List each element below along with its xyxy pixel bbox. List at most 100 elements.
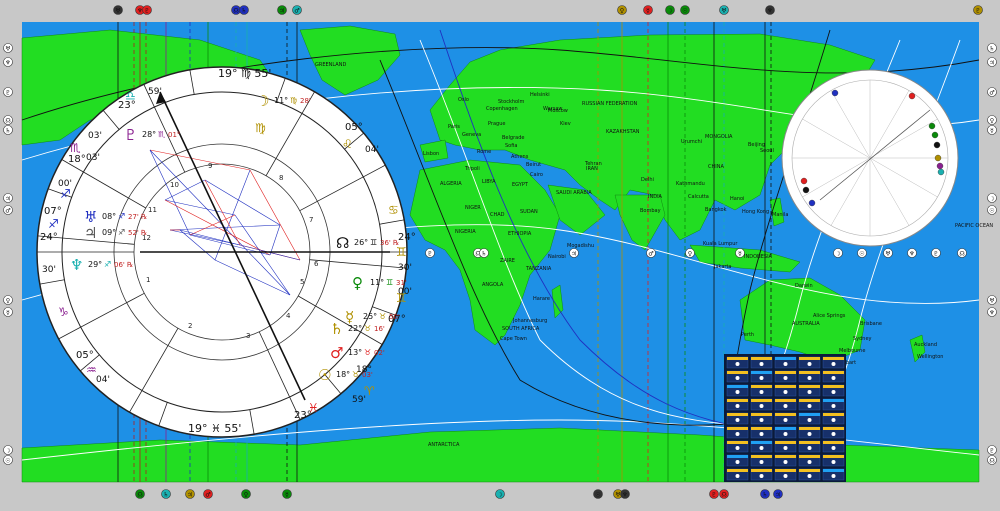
- line-marker[interactable]: ♇: [142, 5, 152, 15]
- line-marker[interactable]: ♆: [620, 489, 630, 499]
- marker-glyph: ♆: [767, 8, 772, 15]
- line-marker[interactable]: ♂: [3, 205, 13, 215]
- line-marker[interactable]: ♀: [685, 248, 695, 258]
- map-label: Jakarta: [713, 264, 732, 270]
- legend-tile-header: [799, 469, 820, 472]
- line-marker[interactable]: ♇: [987, 445, 997, 455]
- line-marker[interactable]: ♀: [3, 295, 13, 305]
- marker-glyph: ☿: [285, 492, 289, 499]
- line-marker[interactable]: ♆: [765, 5, 775, 15]
- line-marker[interactable]: ♆: [907, 248, 917, 258]
- marker-glyph: ☽: [835, 251, 840, 258]
- line-marker[interactable]: ♅: [883, 248, 893, 258]
- line-marker[interactable]: ☿: [3, 307, 13, 317]
- legend-tile-header: [799, 385, 820, 388]
- marker-glyph: ♀: [990, 118, 994, 125]
- line-marker[interactable]: ☿: [643, 5, 653, 15]
- line-marker[interactable]: ♇: [425, 248, 435, 258]
- line-marker[interactable]: ☿: [735, 248, 745, 258]
- cusp-label: 18°: [68, 154, 86, 165]
- cusp-label: 03': [88, 131, 102, 141]
- line-marker[interactable]: ♅: [3, 43, 13, 53]
- line-marker[interactable]: ♂: [987, 87, 997, 97]
- line-marker[interactable]: ☿: [987, 125, 997, 135]
- line-marker[interactable]: ☉: [3, 455, 13, 465]
- legend-tile-header: [751, 413, 772, 416]
- line-marker[interactable]: ☊: [987, 455, 997, 465]
- line-marker[interactable]: ☉: [857, 248, 867, 258]
- map-label: MONGOLIA: [705, 134, 733, 140]
- map-label: IRAN: [586, 166, 598, 172]
- legend-grid: [724, 354, 846, 482]
- line-marker[interactable]: ♇: [3, 87, 13, 97]
- line-marker[interactable]: ☽: [495, 489, 505, 499]
- sign-glyph: ♑: [58, 305, 69, 319]
- planet-glyph: ♀: [352, 274, 363, 292]
- astrocartography-svg: GREENLAND Oslo Stockholm Helsinki Copenhagen…: [3, 5, 997, 499]
- planet-degree: 08°: [102, 212, 116, 221]
- legend-tile-header: [799, 455, 820, 458]
- line-marker[interactable]: ♂: [203, 489, 213, 499]
- line-marker[interactable]: ☊: [3, 115, 13, 125]
- line-marker[interactable]: ♅: [113, 5, 123, 15]
- line-marker[interactable]: ♄: [161, 489, 171, 499]
- marker-glyph: ☊: [989, 458, 994, 465]
- line-marker[interactable]: ☊: [957, 248, 967, 258]
- line-marker[interactable]: ♄: [479, 248, 489, 258]
- line-marker[interactable]: ♂: [646, 248, 656, 258]
- line-marker[interactable]: ♆: [987, 307, 997, 317]
- line-marker[interactable]: ♆: [3, 57, 13, 67]
- line-marker[interactable]: ♃: [987, 57, 997, 67]
- sign-glyph: ♏: [70, 141, 81, 155]
- map-label: Bangkok: [705, 207, 727, 213]
- line-marker[interactable]: ☽: [665, 5, 675, 15]
- planet-minutes: 28': [300, 97, 311, 105]
- marker-glyph: ♆: [137, 8, 142, 15]
- line-marker[interactable]: ☿: [282, 489, 292, 499]
- line-marker[interactable]: ♀: [987, 115, 997, 125]
- line-marker[interactable]: ♄: [760, 489, 770, 499]
- line-marker[interactable]: ♄: [987, 43, 997, 53]
- map-label: PACIFIC OCEAN: [955, 223, 993, 229]
- line-marker[interactable]: ♅: [719, 5, 729, 15]
- line-marker[interactable]: ♇: [931, 248, 941, 258]
- line-marker[interactable]: ☽: [833, 248, 843, 258]
- line-marker[interactable]: ☽: [987, 193, 997, 203]
- line-marker[interactable]: ♃: [277, 5, 287, 15]
- map-label: Urumchi: [681, 139, 702, 145]
- line-marker[interactable]: ♃: [773, 489, 783, 499]
- line-marker[interactable]: ☉: [593, 489, 603, 499]
- line-marker[interactable]: ♇: [973, 5, 983, 15]
- line-marker[interactable]: ☽: [3, 445, 13, 455]
- line-marker[interactable]: ♃: [185, 489, 195, 499]
- legend-tile-icon: [831, 460, 836, 464]
- line-marker[interactable]: ♄: [239, 5, 249, 15]
- line-marker[interactable]: ☉: [680, 5, 690, 15]
- line-marker[interactable]: ☊: [719, 489, 729, 499]
- legend-tile-header: [823, 371, 844, 374]
- legend-tile-header: [727, 427, 748, 430]
- line-marker[interactable]: ☉: [987, 205, 997, 215]
- line-marker[interactable]: ♃: [3, 193, 13, 203]
- marker-glyph: ☿: [646, 8, 650, 15]
- legend-tile-header: [727, 413, 748, 416]
- line-marker[interactable]: ♂: [292, 5, 302, 15]
- line-marker[interactable]: ♅: [987, 295, 997, 305]
- line-marker[interactable]: ♀: [241, 489, 251, 499]
- legend-tile-icon: [783, 432, 788, 436]
- line-marker[interactable]: ♃: [569, 248, 579, 258]
- sign-glyph: ♈: [364, 384, 375, 398]
- cusp-label: 04': [365, 145, 379, 155]
- line-marker[interactable]: ☊: [135, 489, 145, 499]
- line-marker[interactable]: ☊: [231, 5, 241, 15]
- legend-tile-header: [727, 441, 748, 444]
- line-marker[interactable]: ♄: [3, 125, 13, 135]
- line-marker[interactable]: ♇: [709, 489, 719, 499]
- line-marker[interactable]: ♀: [617, 5, 627, 15]
- legend-tile-icon: [783, 376, 788, 380]
- legend-tile-icon: [783, 460, 788, 464]
- map-label: ANGOLA: [482, 282, 504, 288]
- legend-tile-icon: [735, 404, 740, 408]
- map-label: Nairobi: [548, 254, 566, 260]
- house-number: 4: [286, 312, 291, 320]
